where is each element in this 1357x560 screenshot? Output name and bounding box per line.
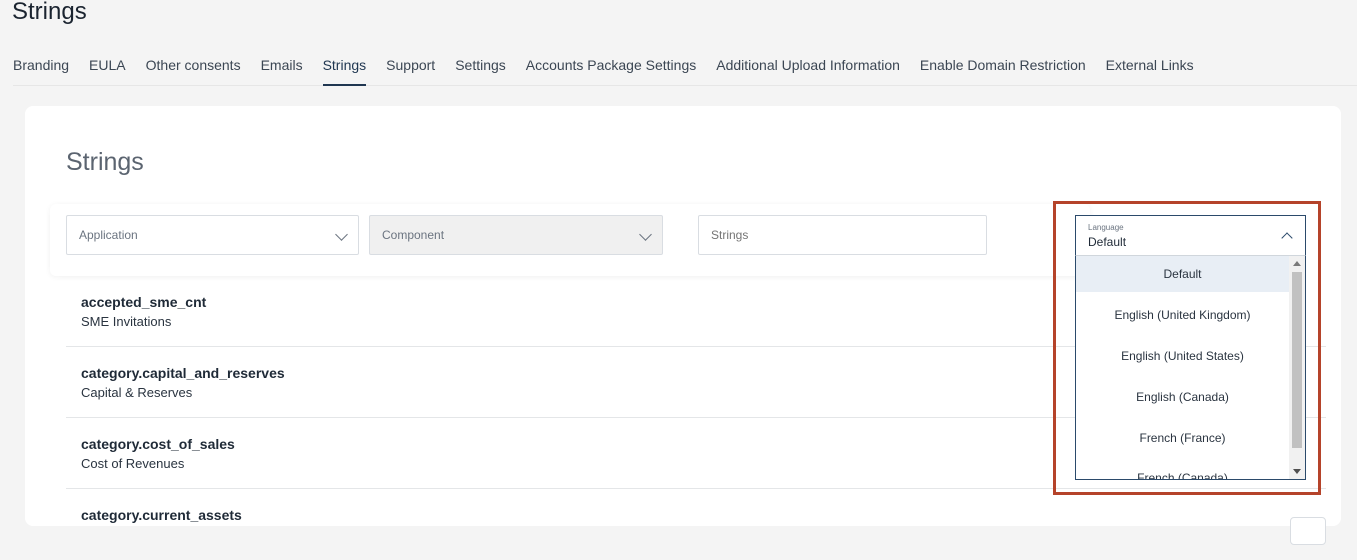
strings-search-field[interactable] [698,215,987,255]
tab-accounts-package-settings[interactable]: Accounts Package Settings [526,57,696,86]
tab-settings[interactable]: Settings [455,57,506,86]
string-value: Cost of Revenues [81,456,185,471]
edit-button[interactable] [1290,517,1326,545]
tab-eula[interactable]: EULA [89,57,126,86]
language-option-french-canada[interactable]: French (Canada) [1076,460,1289,479]
component-select[interactable]: Component [369,215,663,255]
tab-branding[interactable]: Branding [13,57,69,86]
card-title: Strings [66,148,144,176]
string-key: accepted_sme_cnt [81,294,207,310]
application-select[interactable]: Application [66,215,359,255]
chevron-up-icon[interactable] [1281,232,1293,244]
string-value: SME Invitations [81,314,172,329]
tab-enable-domain-restriction[interactable]: Enable Domain Restriction [920,57,1086,86]
string-key: category.current_assets [81,507,242,523]
string-value: Capital & Reserves [81,385,193,400]
language-option-english-canada[interactable]: English (Canada) [1076,379,1289,415]
language-value: Default [1088,235,1127,249]
string-key: category.cost_of_sales [81,436,235,452]
tab-emails[interactable]: Emails [261,57,303,86]
tab-other-consents[interactable]: Other consents [146,57,241,86]
chevron-down-icon [639,228,652,241]
page-title: Strings [12,0,87,25]
scroll-up-arrow-icon[interactable] [1293,261,1301,266]
tab-external-links[interactable]: External Links [1106,57,1194,86]
tab-strings[interactable]: Strings [322,57,367,86]
tab-bar: Branding EULA Other consents Emails Stri… [13,57,1357,86]
application-placeholder: Application [79,228,138,242]
chevron-down-icon [335,228,348,241]
tab-additional-upload-information[interactable]: Additional Upload Information [716,57,900,86]
language-option-french-france[interactable]: French (France) [1076,420,1289,456]
language-select[interactable]: Language Default [1075,215,1306,255]
dropdown-scrollbar[interactable] [1289,256,1305,479]
language-option-english-uk[interactable]: English (United Kingdom) [1076,297,1289,333]
language-option-default[interactable]: Default [1076,256,1289,292]
scrollbar-thumb[interactable] [1292,272,1302,448]
scroll-down-arrow-icon[interactable] [1293,469,1301,474]
language-dropdown-list[interactable]: Default English (United Kingdom) English… [1075,255,1306,480]
tab-support[interactable]: Support [386,57,435,86]
strings-search-input[interactable] [711,228,959,242]
string-key: category.capital_and_reserves [81,365,285,381]
table-row[interactable]: category.current_assets [66,489,1326,560]
language-option-english-us[interactable]: English (United States) [1076,338,1289,374]
component-placeholder: Component [382,228,445,242]
language-label: Language [1088,223,1124,232]
